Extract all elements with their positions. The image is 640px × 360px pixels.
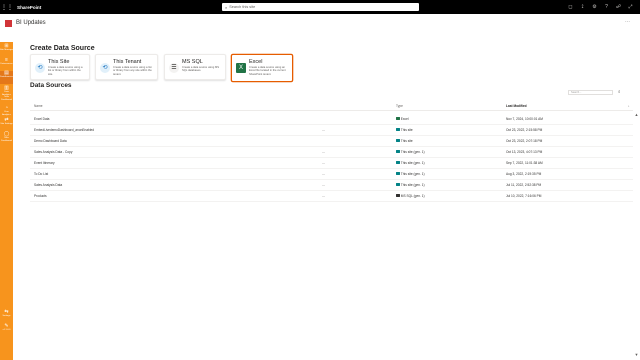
chat-icon[interactable]: ◻ (567, 4, 574, 10)
card-this-tenant[interactable]: ⟲ This Tenant Create a data source using… (95, 54, 158, 80)
column-last-modified[interactable]: Last Modified (506, 104, 527, 108)
row-name[interactable]: Event Itinerary (34, 161, 55, 165)
row-more-icon[interactable]: ⋯ (322, 128, 325, 132)
row-last-modified: Sep 7, 2022, 11:01:38 AM (506, 161, 543, 165)
nav-item-site-settings[interactable]: ⇄ Site Settings (0, 118, 13, 126)
site-name[interactable]: BI Updates (16, 20, 46, 26)
nav-item-settings[interactable]: ⇆ Settings (0, 310, 13, 318)
row-more-icon[interactable]: ⋯ (322, 161, 325, 165)
expand-icon[interactable]: ⤢ (627, 4, 634, 10)
site-more-icon[interactable]: ⋯ (625, 19, 630, 25)
row-name[interactable]: Sales Analysis Data - Copy (34, 150, 72, 154)
row-name[interactable]: Excel Data (34, 117, 49, 121)
scrollbar[interactable]: ▲ ▼ (633, 42, 640, 360)
row-type: This site (396, 128, 413, 132)
row-last-modified: Aug 3, 2022, 2:19:35 PM (506, 172, 542, 176)
site-header: BI Updates ⋯ (0, 14, 640, 42)
nav-item-data-sources-active[interactable]: ▤ DataSources (0, 71, 13, 84)
type-icon (396, 139, 400, 143)
sharepoint-icon: ⟲ (100, 63, 110, 73)
type-icon (396, 183, 400, 187)
type-icon (396, 194, 400, 198)
card-excel[interactable]: X Excel Create a data source using an Ex… (231, 54, 293, 82)
row-name[interactable]: Sales Analysis Data (34, 183, 62, 187)
type-icon (396, 117, 400, 121)
row-type-label: This site (400, 128, 413, 132)
left-nav: ⊞ Site Manager ≡ Datasources ▤ DataSourc… (0, 42, 13, 360)
row-name[interactable]: EmbedLivedemoDashboard_anonEnabled (34, 128, 94, 132)
nav-item-site-manager[interactable]: ⊞ Site Manager (0, 44, 13, 52)
table-header: Name Type Last Modified ↓ (30, 101, 640, 111)
row-type: This site (gen. 1) (396, 183, 425, 187)
help-icon[interactable]: ? (603, 4, 610, 10)
scroll-up-icon[interactable]: ▲ (635, 112, 639, 117)
suite-icons: ◻ ⟟ ⚙ ? ☍ ⤢ (567, 0, 634, 14)
site-logo[interactable] (5, 20, 12, 27)
row-type-label: MS SQL (gen. 1) (400, 194, 425, 198)
create-heading: Create Data Source (30, 45, 95, 52)
column-name[interactable]: Name (34, 104, 43, 108)
settings-icon[interactable]: ⚙ (591, 4, 598, 10)
main-content: Create Data Source ⟲ This Site Create a … (13, 42, 640, 360)
type-icon (396, 128, 400, 132)
row-type-label: This site (400, 139, 413, 143)
row-more-icon[interactable]: ⋯ (322, 183, 325, 187)
card-ms-sql[interactable]: ☰ MS SQL Create a data source using MS S… (164, 54, 226, 80)
column-type[interactable]: Type (396, 104, 403, 108)
share-icon[interactable]: ⟟ (579, 4, 586, 10)
nav-item-dashboard[interactable]: ▥ Data Analytics Tools Dashboard (0, 86, 13, 101)
suite-bar: ⋮⋮ SharePoint ⌕ Search this site ◻ ⟟ ⚙ ?… (0, 0, 640, 14)
row-type: Excel (396, 117, 409, 121)
type-icon (396, 172, 400, 176)
nav-item-datasources[interactable]: ≡ Datasources (0, 58, 13, 66)
search-box[interactable]: ⌕ Search this site (222, 3, 419, 11)
row-last-modified: Jul 10, 2022, 7:16:06 PM (506, 194, 542, 198)
excel-icon: X (236, 63, 246, 73)
row-more-icon[interactable]: ⋯ (322, 194, 325, 198)
sort-down-icon[interactable]: ↓ (628, 104, 630, 108)
row-name[interactable]: Demo Dashboard Data (34, 139, 67, 143)
filter-input[interactable]: Search... (568, 90, 613, 95)
row-type-label: This site (gen. 1) (400, 161, 425, 165)
search-input[interactable]: Search this site (229, 5, 255, 9)
nav-item-version: ✎ v1.1.0.0 (0, 324, 13, 332)
row-type: This site (gen. 1) (396, 172, 425, 176)
row-type: This site (gen. 1) (396, 161, 425, 165)
app-launcher-icon[interactable]: ⋮⋮ (0, 0, 14, 14)
card-this-site[interactable]: ⟲ This Site Create a data source using a… (30, 54, 90, 80)
row-name[interactable]: To Do List (34, 172, 48, 176)
nav-item-new-dashboard[interactable]: ◯ New Dashboard (0, 132, 13, 142)
row-last-modified: Jul 11, 2022, 2:52:38 PM (506, 183, 542, 187)
row-more-icon[interactable]: ⋯ (322, 172, 325, 176)
row-type: This site (396, 139, 413, 143)
type-icon (396, 161, 400, 165)
row-last-modified: Oct 13, 2023, 4:07:13 PM (506, 150, 543, 154)
scroll-down-icon[interactable]: ▼ (635, 352, 639, 357)
row-last-modified: Oct 23, 2022, 2:07:18 PM (506, 139, 543, 143)
network-icon[interactable]: ☍ (615, 4, 622, 10)
row-name[interactable]: Products (34, 194, 47, 198)
row-type-label: This site (gen. 1) (400, 172, 425, 176)
row-last-modified: Oct 23, 2022, 2:15:58 PM (506, 128, 543, 132)
row-type-label: Excel (400, 117, 409, 121)
nav-item-user-analytics[interactable]: ◔ User Analytics (0, 106, 13, 116)
row-last-modified: Nov 7, 2024, 10:00:01 AM (506, 117, 543, 121)
row-type: MS SQL (gen. 1) (396, 194, 425, 198)
search-icon[interactable]: ⌕ (618, 89, 621, 94)
row-type-label: This site (gen. 1) (400, 150, 425, 154)
row-type-label: This site (gen. 1) (400, 183, 425, 187)
data-sources-heading: Data Sources (30, 82, 72, 89)
sharepoint-icon: ⟲ (35, 63, 45, 73)
type-icon (396, 150, 400, 154)
row-type: This site (gen. 1) (396, 150, 425, 154)
app-title[interactable]: SharePoint (17, 5, 41, 10)
table-row[interactable]: Products ⋯ MS SQL (gen. 1) Jul 10, 2022, 7:… (30, 190, 640, 202)
row-more-icon[interactable]: ⋯ (322, 150, 325, 154)
search-icon: ⌕ (225, 4, 228, 10)
database-icon: ☰ (169, 63, 179, 73)
